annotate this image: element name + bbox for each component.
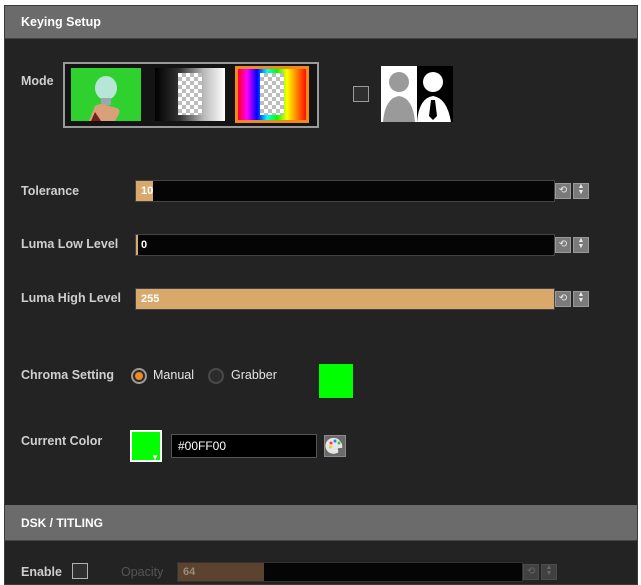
luma-low-controls: ⟲ ▲ ▼	[555, 234, 591, 256]
keying-setup-title: Keying Setup	[21, 15, 101, 29]
luma-high-value: 255	[141, 293, 160, 305]
checker-pattern-icon	[178, 73, 202, 115]
opacity-value: 64	[183, 566, 196, 578]
luma-low-reset-icon[interactable]: ⟲	[555, 237, 571, 253]
tolerance-value: 10	[141, 185, 154, 197]
luma-high-stepper-icon[interactable]: ▲ ▼	[573, 291, 589, 307]
tolerance-stepper-icon[interactable]: ▲ ▼	[573, 183, 589, 199]
dropdown-arrow-icon: ▼	[151, 453, 159, 462]
opacity-controls: ⟲ ▲ ▼	[523, 561, 559, 583]
current-color-label: Current Color	[21, 434, 103, 448]
chroma-manual-label[interactable]: Manual	[153, 368, 194, 382]
color-hex-input[interactable]: #00FF00	[171, 434, 317, 458]
tolerance-slider[interactable]: 10	[135, 180, 555, 202]
opacity-reset-icon[interactable]: ⟲	[523, 564, 539, 580]
luma-high-reset-icon[interactable]: ⟲	[555, 291, 571, 307]
chroma-grabber-radio[interactable]	[208, 368, 224, 384]
luma-high-slider[interactable]: 255	[135, 288, 555, 310]
dsk-titling-header: DSK / TITLING	[5, 505, 637, 541]
lightbulb-hand-icon	[89, 76, 120, 121]
silhouette-mask-icon	[381, 66, 453, 122]
mode-selector	[63, 62, 319, 128]
dsk-titling-title: DSK / TITLING	[21, 516, 103, 530]
tolerance-reset-icon[interactable]: ⟲	[555, 183, 571, 199]
chroma-manual-radio[interactable]	[131, 368, 147, 384]
luma-high-fill	[136, 289, 554, 309]
enable-label: Enable	[21, 565, 62, 579]
palette-icon	[325, 437, 343, 454]
opacity-stepper-icon[interactable]: ▲ ▼	[541, 564, 557, 580]
mode-label: Mode	[21, 74, 54, 88]
mode-option-luma-gradient[interactable]	[155, 68, 225, 121]
chroma-color-swatch[interactable]	[319, 364, 353, 398]
luma-low-stepper-icon[interactable]: ▲ ▼	[573, 237, 589, 253]
mask-mode-checkbox[interactable]	[353, 86, 369, 102]
checker-pattern-icon	[260, 73, 284, 115]
luma-low-slider[interactable]: 0	[135, 234, 555, 256]
keying-setup-header: Keying Setup	[5, 6, 637, 39]
opacity-slider[interactable]: 64	[177, 562, 523, 582]
luma-high-controls: ⟲ ▲ ▼	[555, 288, 591, 310]
tolerance-controls: ⟲ ▲ ▼	[555, 180, 591, 202]
chroma-grabber-label[interactable]: Grabber	[231, 368, 277, 382]
keying-panel: Keying Setup Mode Tolerance 10 ⟲ ▲ ▼ Lum…	[4, 5, 638, 585]
enable-checkbox[interactable]	[72, 563, 88, 579]
current-color-swatch[interactable]: ▼	[130, 430, 162, 462]
luma-low-value: 0	[141, 239, 148, 251]
chroma-setting-label: Chroma Setting	[21, 368, 115, 382]
color-palette-button[interactable]	[324, 435, 346, 457]
opacity-label: Opacity	[121, 565, 164, 579]
mode-option-green-screen[interactable]	[71, 68, 141, 121]
tolerance-label: Tolerance	[21, 184, 80, 198]
mode-option-chroma-spectrum[interactable]	[235, 66, 309, 123]
luma-low-fill	[136, 235, 138, 255]
luma-low-label: Luma Low Level	[21, 237, 119, 251]
luma-high-label: Luma High Level	[21, 291, 122, 305]
